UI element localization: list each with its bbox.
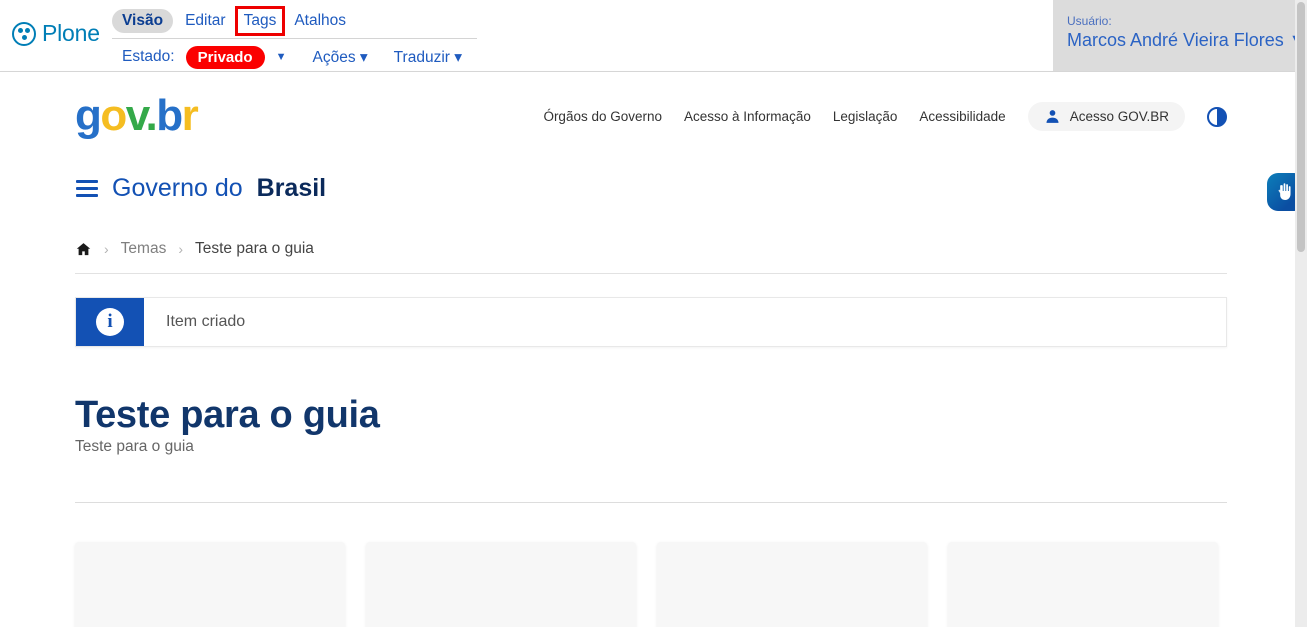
state-chevron-down-icon[interactable]: ▼	[276, 51, 287, 63]
breadcrumb-item-current: Teste para o guia	[195, 240, 314, 257]
user-box: Usuário: Marcos André Vieira Flores ▼	[1053, 0, 1307, 71]
logo-letter-b: b	[156, 91, 183, 140]
toolbar-primary-tabs: Visão Editar Tags Atalhos	[112, 6, 477, 39]
acesso-govbr-button[interactable]: Acesso GOV.BR	[1027, 102, 1185, 131]
content-divider	[75, 502, 1227, 503]
page-content: › Temas › Teste para o guia i Item criad…	[0, 218, 1295, 627]
plone-toolbar: Plone Visão Editar Tags Atalhos Estado: …	[0, 0, 1307, 72]
plone-wordmark: Plone	[42, 20, 100, 46]
card-item[interactable]: CARD 4	[948, 542, 1218, 627]
menu-acoes[interactable]: Ações ▾	[312, 48, 367, 67]
toolbar-secondary-bar: Estado: Privado ▼ Ações ▾ Traduzir ▾	[112, 39, 477, 73]
breadcrumb-separator-1: ›	[104, 241, 109, 257]
breadcrumb-item-temas[interactable]: Temas	[121, 240, 167, 258]
tab-tags[interactable]: Tags	[234, 6, 286, 36]
tab-editar[interactable]: Editar	[175, 9, 236, 33]
alert-message: Item criado	[166, 313, 246, 330]
toolbar-rows: Visão Editar Tags Atalhos Estado: Privad…	[112, 6, 477, 73]
logo-letter-v: v	[125, 91, 147, 140]
govbr-logo[interactable]: gov.br	[75, 91, 199, 140]
link-acessibilidade[interactable]: Acessibilidade	[919, 109, 1005, 124]
link-acesso-a-informacao[interactable]: Acesso à Informação	[684, 109, 811, 124]
hamburger-icon[interactable]	[76, 180, 98, 197]
logo-letter-o: o	[100, 91, 127, 140]
page-description: Teste para o guia	[75, 438, 194, 455]
link-orgaos-do-governo[interactable]: Órgãos do Governo	[543, 109, 662, 124]
card-item[interactable]: CARD 2	[366, 542, 636, 627]
logo-letter-g: g	[75, 91, 102, 140]
menu-traduzir[interactable]: Traduzir ▾	[394, 48, 462, 67]
page-root: Plone Visão Editar Tags Atalhos Estado: …	[0, 0, 1307, 627]
alert-icon-panel: i	[76, 298, 144, 346]
card-item[interactable]: CARD 1	[75, 542, 345, 627]
logo-dot: .	[145, 91, 158, 140]
acesso-govbr-label: Acesso GOV.BR	[1069, 109, 1169, 124]
home-icon[interactable]	[75, 241, 92, 258]
user-name-text: Marcos André Vieira Flores	[1067, 30, 1284, 50]
site-title-prefix: Governo do	[112, 174, 243, 202]
breadcrumb: › Temas › Teste para o guia	[75, 240, 314, 276]
info-alert: i Item criado	[75, 297, 1227, 347]
site-title-main: Brasil	[256, 174, 327, 202]
breadcrumb-divider	[75, 273, 1227, 274]
link-legislacao[interactable]: Legislação	[833, 109, 898, 124]
vertical-scrollbar[interactable]	[1295, 0, 1307, 627]
card-item[interactable]: CARD 3	[657, 542, 927, 627]
logo-letter-r: r	[181, 91, 199, 140]
site-title-block: Governo do Brasil	[76, 174, 326, 203]
user-icon	[1046, 110, 1059, 123]
plone-mark-icon	[12, 21, 36, 46]
status-badge[interactable]: Privado	[185, 45, 265, 69]
breadcrumb-separator-2: ›	[178, 241, 183, 257]
tab-visao[interactable]: Visão	[112, 9, 174, 33]
contrast-icon[interactable]	[1207, 106, 1227, 127]
cards-grid: CARD 1 CARD 2 CARD 3 CARD 4	[75, 542, 1227, 627]
state-label: Estado:	[122, 48, 175, 65]
tab-atalhos[interactable]: Atalhos	[284, 9, 356, 33]
user-menu-button[interactable]: Marcos André Vieira Flores ▼	[1067, 30, 1307, 51]
scrollbar-thumb[interactable]	[1297, 2, 1305, 252]
info-icon: i	[96, 308, 124, 336]
govbr-top-links: Órgãos do Governo Acesso à Informação Le…	[543, 102, 1227, 131]
plone-logo[interactable]: Plone	[12, 20, 100, 47]
govbr-site-header: gov.br Órgãos do Governo Acesso à Inform…	[0, 72, 1295, 281]
user-label: Usuário:	[1067, 14, 1112, 28]
page-title: Teste para o guia	[75, 394, 380, 437]
